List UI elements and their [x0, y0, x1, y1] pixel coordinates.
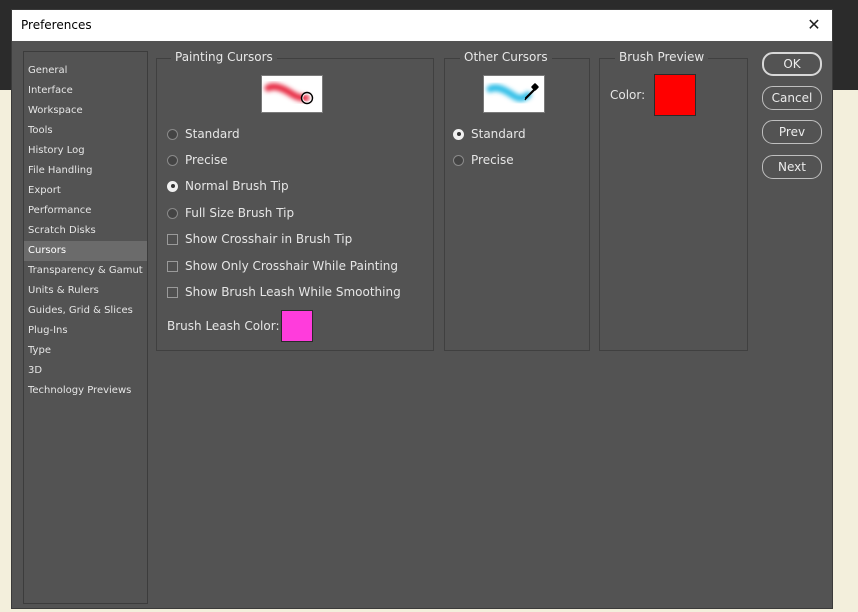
sidebar-item-units-rulers[interactable]: Units & Rulers [24, 281, 147, 301]
radio-button[interactable] [453, 154, 464, 166]
sidebar-item-general[interactable]: General [24, 61, 147, 81]
other-cursor-preview [483, 75, 545, 113]
ok-button[interactable]: OK [762, 52, 822, 76]
option-label: Precise [471, 153, 514, 167]
checkbox-label: Show Crosshair in Brush Tip [185, 232, 353, 246]
option-label: Precise [185, 153, 228, 167]
radio-button[interactable] [167, 207, 178, 219]
radio-button-selected[interactable] [167, 180, 178, 192]
sidebar-item-tools[interactable]: Tools [24, 121, 147, 141]
checkbox[interactable] [167, 286, 178, 298]
sidebar-item-history-log[interactable]: History Log [24, 141, 147, 161]
sidebar-item-type[interactable]: Type [24, 341, 147, 361]
brush-leash-color-swatch[interactable] [281, 310, 313, 342]
checkbox-show-only-crosshair[interactable]: Show Only Crosshair While Painting [167, 258, 398, 274]
window-title: Preferences [21, 18, 92, 32]
close-icon[interactable]: ✕ [802, 13, 826, 37]
painting-cursor-preview [261, 75, 323, 113]
title-bar: Preferences ✕ [12, 10, 832, 41]
other-option-standard[interactable]: Standard [453, 126, 526, 142]
prev-button[interactable]: Prev [762, 120, 822, 144]
painting-cursors-title: Painting Cursors [171, 50, 277, 64]
other-cursors-title: Other Cursors [460, 50, 552, 64]
checkbox-show-brush-leash[interactable]: Show Brush Leash While Smoothing [167, 284, 401, 300]
painting-option-full-size-brush-tip[interactable]: Full Size Brush Tip [167, 205, 294, 221]
option-label: Full Size Brush Tip [185, 206, 295, 220]
checkbox-show-crosshair[interactable]: Show Crosshair in Brush Tip [167, 231, 352, 247]
option-label: Standard [185, 127, 240, 141]
other-option-precise[interactable]: Precise [453, 152, 514, 168]
brush-preview-group: Brush Preview Color: [599, 50, 748, 351]
brush-preview-title: Brush Preview [615, 50, 709, 64]
sidebar-item-file-handling[interactable]: File Handling [24, 161, 147, 181]
option-label: Standard [471, 127, 526, 141]
sidebar-item-cursors[interactable]: Cursors [24, 241, 147, 261]
checkbox-label: Show Brush Leash While Smoothing [185, 285, 401, 299]
sidebar-item-technology-previews[interactable]: Technology Previews [24, 381, 147, 401]
checkbox[interactable] [167, 260, 178, 272]
other-cursors-group: Other Cursors Standard Precise [444, 50, 590, 351]
brush-leash-color-label: Brush Leash Color: [167, 319, 280, 333]
sidebar-item-guides-grid-slices[interactable]: Guides, Grid & Slices [24, 301, 147, 321]
checkbox[interactable] [167, 233, 178, 245]
sidebar-item-interface[interactable]: Interface [24, 81, 147, 101]
eyedropper-icon [486, 83, 539, 102]
painting-cursors-group: Painting Cursors Standard Precise Normal… [156, 50, 434, 351]
option-label: Normal Brush Tip [185, 179, 289, 193]
next-button[interactable]: Next [762, 155, 822, 179]
sidebar-item-scratch-disks[interactable]: Scratch Disks [24, 221, 147, 241]
preferences-dialog: Preferences ✕ General Interface Workspac… [11, 9, 833, 609]
painting-option-normal-brush-tip[interactable]: Normal Brush Tip [167, 178, 289, 194]
radio-button[interactable] [167, 154, 178, 166]
brush-preview-color-label: Color: [610, 88, 646, 102]
preferences-sidebar: General Interface Workspace Tools Histor… [23, 51, 148, 604]
radio-button-selected[interactable] [453, 128, 464, 140]
red-brush-stroke-icon [264, 83, 314, 105]
painting-option-precise[interactable]: Precise [167, 152, 228, 168]
checkbox-label: Show Only Crosshair While Painting [185, 259, 399, 273]
radio-button[interactable] [167, 128, 178, 140]
sidebar-item-plug-ins[interactable]: Plug-Ins [24, 321, 147, 341]
brush-preview-color-swatch[interactable] [654, 74, 696, 116]
sidebar-item-transparency-gamut[interactable]: Transparency & Gamut [24, 261, 147, 281]
sidebar-item-3d[interactable]: 3D [24, 361, 147, 381]
sidebar-item-performance[interactable]: Performance [24, 201, 147, 221]
sidebar-item-export[interactable]: Export [24, 181, 147, 201]
sidebar-item-workspace[interactable]: Workspace [24, 101, 147, 121]
painting-option-standard[interactable]: Standard [167, 126, 240, 142]
cancel-button[interactable]: Cancel [762, 86, 822, 110]
